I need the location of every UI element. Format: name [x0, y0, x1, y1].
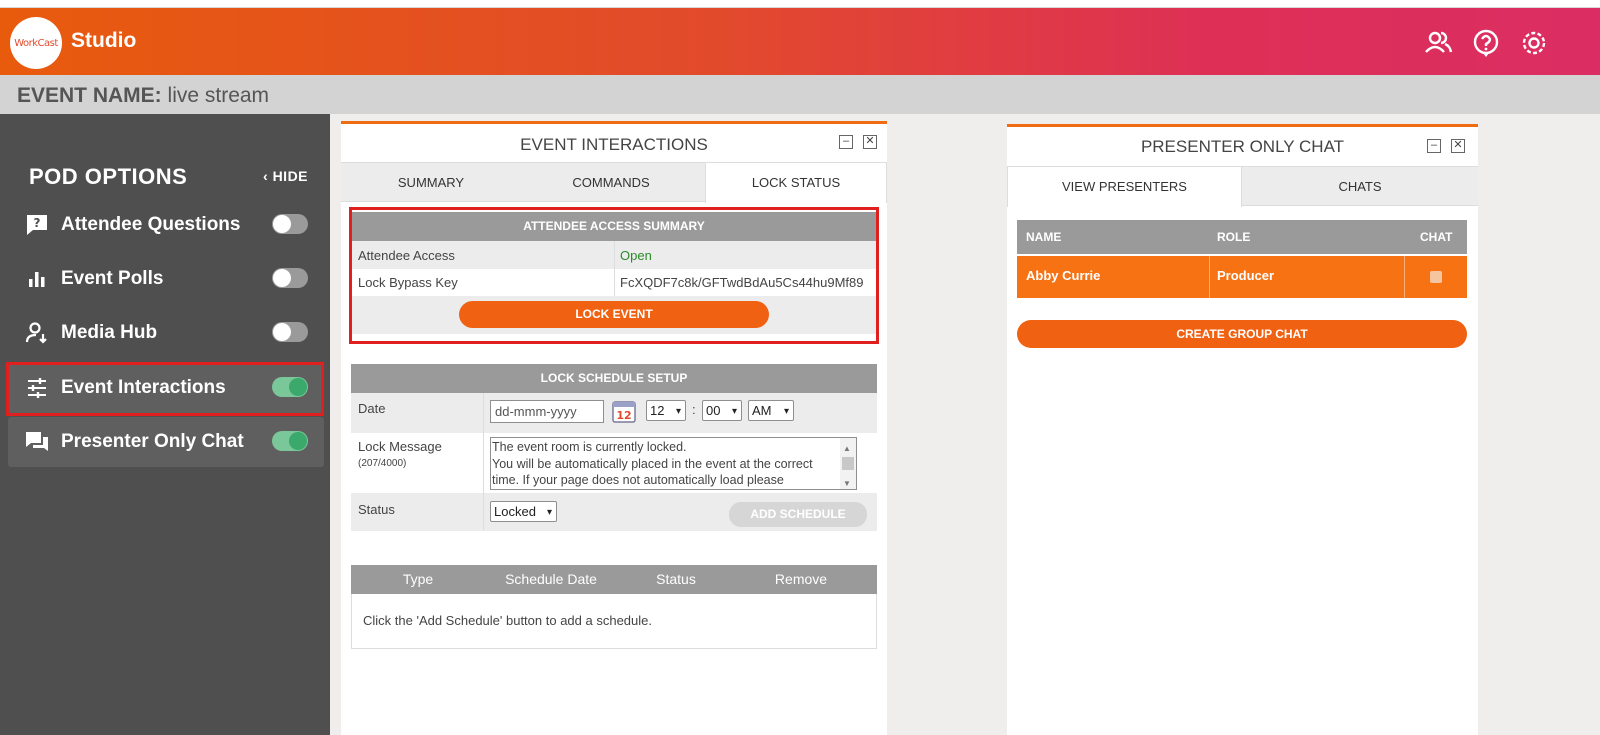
- hide-sidebar-button[interactable]: ‹ HIDE: [263, 168, 308, 184]
- column-schedule-date: Schedule Date: [505, 571, 597, 587]
- date-input[interactable]: dd-mmm-yyyy: [490, 400, 604, 423]
- chat-checkbox[interactable]: [1430, 271, 1442, 283]
- column-type: Type: [402, 571, 434, 587]
- app-title: Studio: [71, 29, 137, 52]
- pod-item-event-polls[interactable]: Event Polls: [8, 254, 324, 304]
- presenter-name: Abby Currie: [1026, 268, 1101, 283]
- pod-item-attendee-questions[interactable]: ? Attendee Questions: [8, 200, 324, 250]
- event-interactions-tabs: SUMMARY COMMANDS LOCK STATUS: [341, 162, 887, 203]
- bar-chart-icon: [25, 267, 49, 291]
- hour-select[interactable]: 12 ▾: [646, 400, 686, 421]
- window-top-edge: [0, 0, 1600, 8]
- user-download-icon: [25, 321, 49, 345]
- media-hub-toggle[interactable]: [272, 322, 308, 342]
- schedule-empty-text: Click the 'Add Schedule' button to add a…: [363, 613, 652, 628]
- column-chat: CHAT: [1420, 230, 1453, 244]
- presenter-role: Producer: [1217, 268, 1275, 283]
- pod-item-label: Presenter Only Chat: [61, 431, 244, 452]
- lock-schedule-setup-header: LOCK SCHEDULE SETUP: [351, 364, 877, 393]
- panel-title: PRESENTER ONLY CHAT: [1140, 137, 1345, 156]
- workcast-logo[interactable]: WorkCast: [10, 17, 62, 69]
- presenter-only-chat-toggle[interactable]: [272, 431, 308, 451]
- ampm-select[interactable]: AM ▾: [748, 400, 794, 421]
- app-header: WorkCast Studio: [0, 8, 1600, 75]
- panel-title: EVENT INTERACTIONS: [520, 135, 708, 154]
- help-icon[interactable]: [1471, 28, 1501, 58]
- add-schedule-button[interactable]: ADD SCHEDULE: [729, 502, 867, 527]
- lock-message-label: Lock Message: [358, 439, 442, 454]
- minimize-icon[interactable]: –: [839, 135, 853, 149]
- tab-lock-status[interactable]: LOCK STATUS: [705, 163, 887, 203]
- textarea-scrollbar[interactable]: ▲ ▼: [840, 438, 856, 489]
- event-interactions-panel: EVENT INTERACTIONS – ✕ SUMMARY COMMANDS …: [341, 121, 887, 735]
- status-select[interactable]: Locked ▾: [490, 501, 557, 522]
- presenter-only-chat-panel: PRESENTER ONLY CHAT – ✕ VIEW PRESENTERS …: [1007, 124, 1478, 735]
- svg-text:?: ?: [34, 216, 41, 230]
- column-name: NAME: [1026, 230, 1062, 244]
- presenter-chat-tabs: VIEW PRESENTERS CHATS: [1007, 166, 1478, 207]
- chat-icon: [25, 430, 49, 454]
- highlight-box: [6, 362, 324, 416]
- pod-item-label: Media Hub: [61, 322, 158, 343]
- date-label: Date: [358, 401, 386, 416]
- minimize-icon[interactable]: –: [1427, 139, 1441, 153]
- pod-item-label: Attendee Questions: [61, 214, 241, 235]
- status-label: Status: [358, 502, 395, 517]
- minute-select[interactable]: 00 ▾: [702, 400, 742, 421]
- pod-item-media-hub[interactable]: Media Hub: [8, 308, 324, 358]
- tab-view-presenters[interactable]: VIEW PRESENTERS: [1007, 167, 1242, 207]
- column-remove: Remove: [774, 571, 828, 587]
- pod-options-title: POD OPTIONS: [29, 164, 188, 189]
- svg-text:12: 12: [616, 409, 631, 422]
- create-group-chat-button[interactable]: CREATE GROUP CHAT: [1017, 320, 1467, 348]
- question-bubble-icon: ?: [25, 213, 49, 237]
- calendar-icon[interactable]: 12: [611, 398, 637, 424]
- event-name-bar: EVENT NAME: live stream: [0, 75, 1600, 114]
- lock-message-textarea[interactable]: The event room is currently locked. You …: [490, 437, 857, 490]
- close-icon[interactable]: ✕: [863, 135, 877, 149]
- event-name: EVENT NAME: live stream: [17, 84, 270, 107]
- highlight-box: [349, 207, 879, 344]
- event-polls-toggle[interactable]: [272, 268, 308, 288]
- lock-message-count: (207/4000): [358, 458, 407, 469]
- pod-item-presenter-only-chat[interactable]: Presenter Only Chat: [8, 417, 324, 467]
- column-status: Status: [656, 571, 696, 587]
- close-icon[interactable]: ✕: [1451, 139, 1465, 153]
- pod-item-label: Event Polls: [61, 268, 164, 289]
- users-icon[interactable]: [1423, 28, 1453, 58]
- tab-commands[interactable]: COMMANDS: [521, 163, 701, 202]
- pod-options-sidebar: POD OPTIONS ‹ HIDE ? Attendee Questions …: [0, 114, 330, 735]
- attendee-questions-toggle[interactable]: [272, 214, 308, 234]
- column-role: ROLE: [1217, 230, 1251, 244]
- tab-chats[interactable]: CHATS: [1242, 167, 1478, 206]
- settings-icon[interactable]: [1519, 28, 1549, 58]
- tab-summary[interactable]: SUMMARY: [341, 163, 521, 202]
